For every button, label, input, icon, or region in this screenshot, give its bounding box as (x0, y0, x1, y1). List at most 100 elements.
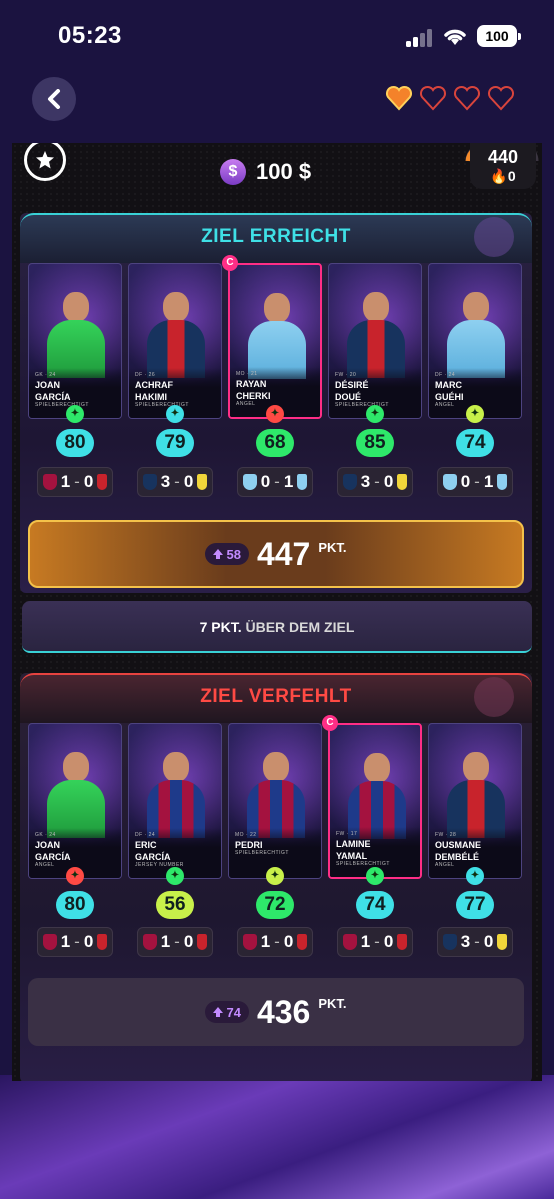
card-label: SPIELBERECHTIGT (235, 850, 289, 856)
player-position: FW (335, 372, 344, 378)
away-score: 0 (83, 472, 94, 491)
match-result[interactable]: 3-0 (137, 467, 213, 497)
home-score: 3 (160, 472, 171, 491)
chevron-left-icon (48, 89, 60, 109)
player-card[interactable]: GK · 24 JOAN GARCÍA SPIELBERECHTIGT (28, 263, 122, 419)
status-time: 05:23 (58, 22, 122, 49)
match-result[interactable]: 3-0 (437, 927, 513, 957)
player-head (264, 293, 290, 323)
player-card[interactable]: FW · 17 LAMINE YAMAL SPIELBERECHTIGT (328, 723, 422, 879)
player-points: 72 (256, 891, 294, 919)
player-last-name: PEDRI (235, 840, 263, 850)
player-age: 24 (49, 832, 56, 838)
fire-count: 🔥0 (490, 168, 516, 184)
above-goal-banner: 7 PKT. ÜBER DEM ZIEL (22, 601, 532, 653)
match-result[interactable]: 1-0 (37, 467, 113, 497)
player-photo (247, 752, 305, 838)
wifi-icon (444, 29, 466, 45)
player-head (463, 752, 489, 782)
back-button[interactable] (32, 77, 76, 121)
performance-icon: ✦ (466, 405, 484, 423)
home-score: 1 (260, 932, 271, 951)
home-score: 0 (460, 472, 471, 491)
player-position: FW (435, 832, 444, 838)
match-result[interactable]: 3-0 (337, 467, 413, 497)
score-dash: - (74, 932, 80, 951)
captain-badge: C (322, 715, 338, 731)
player-first-name: ACHRAF (135, 380, 173, 390)
score-value: 440 (487, 147, 519, 167)
player-card[interactable]: MO · 21 RAYAN CHERKI ANGEL (228, 263, 322, 419)
player-position: FW (336, 831, 345, 837)
player-position: DF (135, 832, 143, 838)
player-photo (447, 752, 505, 838)
section-title: ZIEL ERREICHT (20, 213, 532, 263)
above-goal-strong: 7 PKT. (199, 619, 242, 635)
player-head (463, 292, 489, 322)
money-display: $ 100 $ (220, 159, 311, 185)
player-age: 17 (350, 831, 358, 837)
player-card[interactable]: FW · 20 DÉSIRÉ DOUÉ SPIELBERECHTIGT (328, 263, 422, 419)
player-card[interactable]: DF · 26 ACHRAF HAKIMI SPIELBERECHTIGT (128, 263, 222, 419)
player-card[interactable]: FW · 28 OUSMANE DEMBÉLÉ ANGEL (428, 723, 522, 879)
performance-icon: ✦ (466, 867, 484, 885)
player-card[interactable]: GK · 24 JOAN GARCÍA ANGEL (28, 723, 122, 879)
match-result[interactable]: 0-1 (237, 467, 313, 497)
player-last-name: DEMBÉLÉ (435, 852, 480, 862)
player-age: 20 (349, 372, 357, 378)
player-points: 85 (356, 429, 394, 457)
player-points: 79 (156, 429, 194, 457)
player-age: 28 (449, 832, 457, 838)
player-age: 21 (251, 371, 258, 377)
player-head (163, 752, 189, 782)
player-last-name: GARCÍA (35, 392, 71, 402)
star-button[interactable] (24, 143, 66, 181)
performance-icon: ✦ (266, 405, 284, 423)
delta-badge: 58 (205, 543, 249, 565)
home-score: 1 (160, 932, 171, 951)
home-crest-icon (42, 934, 57, 950)
card-meta: FW · 28 (435, 832, 457, 838)
heart-full-icon (385, 85, 413, 111)
player-first-name: JOAN (35, 840, 61, 850)
player-first-name: OUSMANE (435, 840, 482, 850)
performance-icon: ✦ (166, 867, 184, 885)
match-result[interactable]: 1-0 (237, 927, 313, 957)
total-points-value: 436 (256, 993, 311, 1030)
player-last-name: GARCÍA (35, 852, 71, 862)
score-dash: - (74, 472, 80, 491)
player-last-name: GUÉHI (435, 392, 464, 402)
player-age: 26 (148, 372, 156, 378)
card-meta: MO · 21 (236, 371, 258, 377)
player-points: 56 (156, 891, 194, 919)
player-points: 77 (456, 891, 494, 919)
player-card[interactable]: DF · 24 ERIC GARCÍA JERSEY NUMBER (128, 723, 222, 879)
match-result[interactable]: 1-0 (37, 927, 113, 957)
match-result[interactable]: 1-0 (137, 927, 213, 957)
score-box: 440 🔥0 (470, 143, 536, 189)
player-last-name: CHERKI (236, 391, 271, 401)
home-crest-icon (342, 474, 357, 490)
player-card[interactable]: DF · 24 MARC GUÉHI ANGEL (428, 263, 522, 419)
player-first-name: JOAN (35, 380, 61, 390)
player-head (63, 752, 89, 782)
away-crest-icon (97, 934, 108, 950)
performance-icon: ✦ (366, 405, 384, 423)
score-dash: - (474, 472, 480, 491)
home-score: 3 (460, 932, 471, 951)
player-card[interactable]: MO · 22 PEDRI SPIELBERECHTIGT (228, 723, 322, 879)
home-crest-icon (242, 474, 257, 490)
player-photo (447, 292, 505, 378)
total-points-box: 74 436 PKT. (28, 978, 524, 1046)
player-position: DF (135, 372, 143, 378)
player-head (263, 752, 289, 782)
section-title: ZIEL VERFEHLT (20, 673, 532, 723)
arrow-up-icon (213, 1007, 224, 1017)
league-star-icon (474, 217, 514, 257)
match-result[interactable]: 1-0 (337, 927, 413, 957)
match-result[interactable]: 0-1 (437, 467, 513, 497)
heart-empty-icon (419, 85, 447, 111)
player-points: 74 (456, 429, 494, 457)
player-points: 80 (56, 429, 94, 457)
player-points: 68 (256, 429, 294, 457)
